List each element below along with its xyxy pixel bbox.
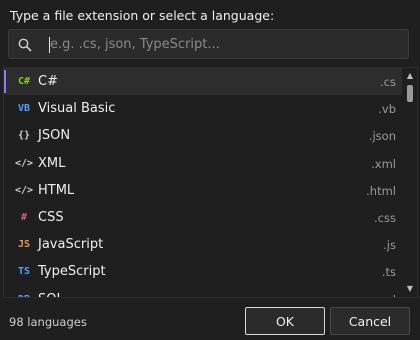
search-box[interactable]	[8, 29, 409, 59]
language-extension: .html	[366, 183, 396, 198]
language-item[interactable]: TS TypeScript .ts	[4, 258, 402, 285]
typescript-icon: TS	[17, 266, 31, 278]
scroll-thumb[interactable]	[407, 85, 413, 102]
css-file-icon: #	[20, 211, 28, 223]
language-item[interactable]: JS JavaScript .js	[4, 231, 402, 258]
language-name: TypeScript	[38, 264, 106, 280]
language-extension: .css	[374, 210, 396, 225]
search-input[interactable]	[50, 34, 390, 54]
language-extension: .js	[383, 238, 396, 253]
language-extension: .vb	[378, 102, 396, 117]
language-name: JSON	[38, 128, 71, 144]
language-count: 98 languages	[9, 315, 87, 329]
language-list[interactable]: C# C# .cs VB Visual Basic .vb {} JSON .json </> XM…	[3, 67, 418, 298]
language-item[interactable]: # CSS .css	[4, 204, 402, 231]
language-name: Visual Basic	[38, 101, 116, 117]
language-item[interactable]: </> XML .xml	[4, 150, 402, 177]
language-extension: .xml	[371, 156, 396, 171]
language-item[interactable]: C# C# .cs	[4, 68, 402, 96]
language-name: SQL	[38, 292, 64, 298]
language-item[interactable]: </> HTML .html	[4, 177, 402, 204]
language-name: JavaScript	[38, 237, 104, 253]
language-extension: .ts	[381, 265, 396, 280]
language-name: XML	[38, 155, 66, 171]
html-file-icon: </>	[15, 184, 34, 196]
sql-icon: DB	[15, 292, 33, 298]
language-name: CSS	[38, 209, 64, 225]
ok-button[interactable]: OK	[245, 307, 325, 335]
csharp-icon: C#	[17, 76, 31, 87]
dialog-prompt: Type a file extension or select a langua…	[10, 8, 275, 23]
language-extension: .sql	[376, 293, 396, 298]
vb-icon: VB	[17, 103, 31, 115]
javascript-icon: JS	[17, 239, 31, 251]
language-name: C#	[38, 74, 58, 89]
vertical-scrollbar[interactable]: ▲ ▼	[403, 68, 417, 297]
json-file-icon: {}	[17, 130, 31, 142]
search-icon	[18, 38, 32, 52]
scroll-down-arrow-icon[interactable]: ▼	[406, 285, 414, 293]
cancel-button[interactable]: Cancel	[330, 307, 410, 335]
xml-file-icon: </>	[15, 157, 34, 169]
language-item[interactable]: VB Visual Basic .vb	[4, 95, 402, 122]
scroll-up-arrow-icon[interactable]: ▲	[406, 72, 414, 80]
language-extension: .cs	[380, 75, 396, 89]
language-item[interactable]: DB SQL .sql	[4, 286, 402, 298]
language-item[interactable]: {} JSON .json	[4, 122, 402, 149]
language-name: HTML	[38, 182, 75, 198]
language-extension: .json	[368, 129, 396, 144]
